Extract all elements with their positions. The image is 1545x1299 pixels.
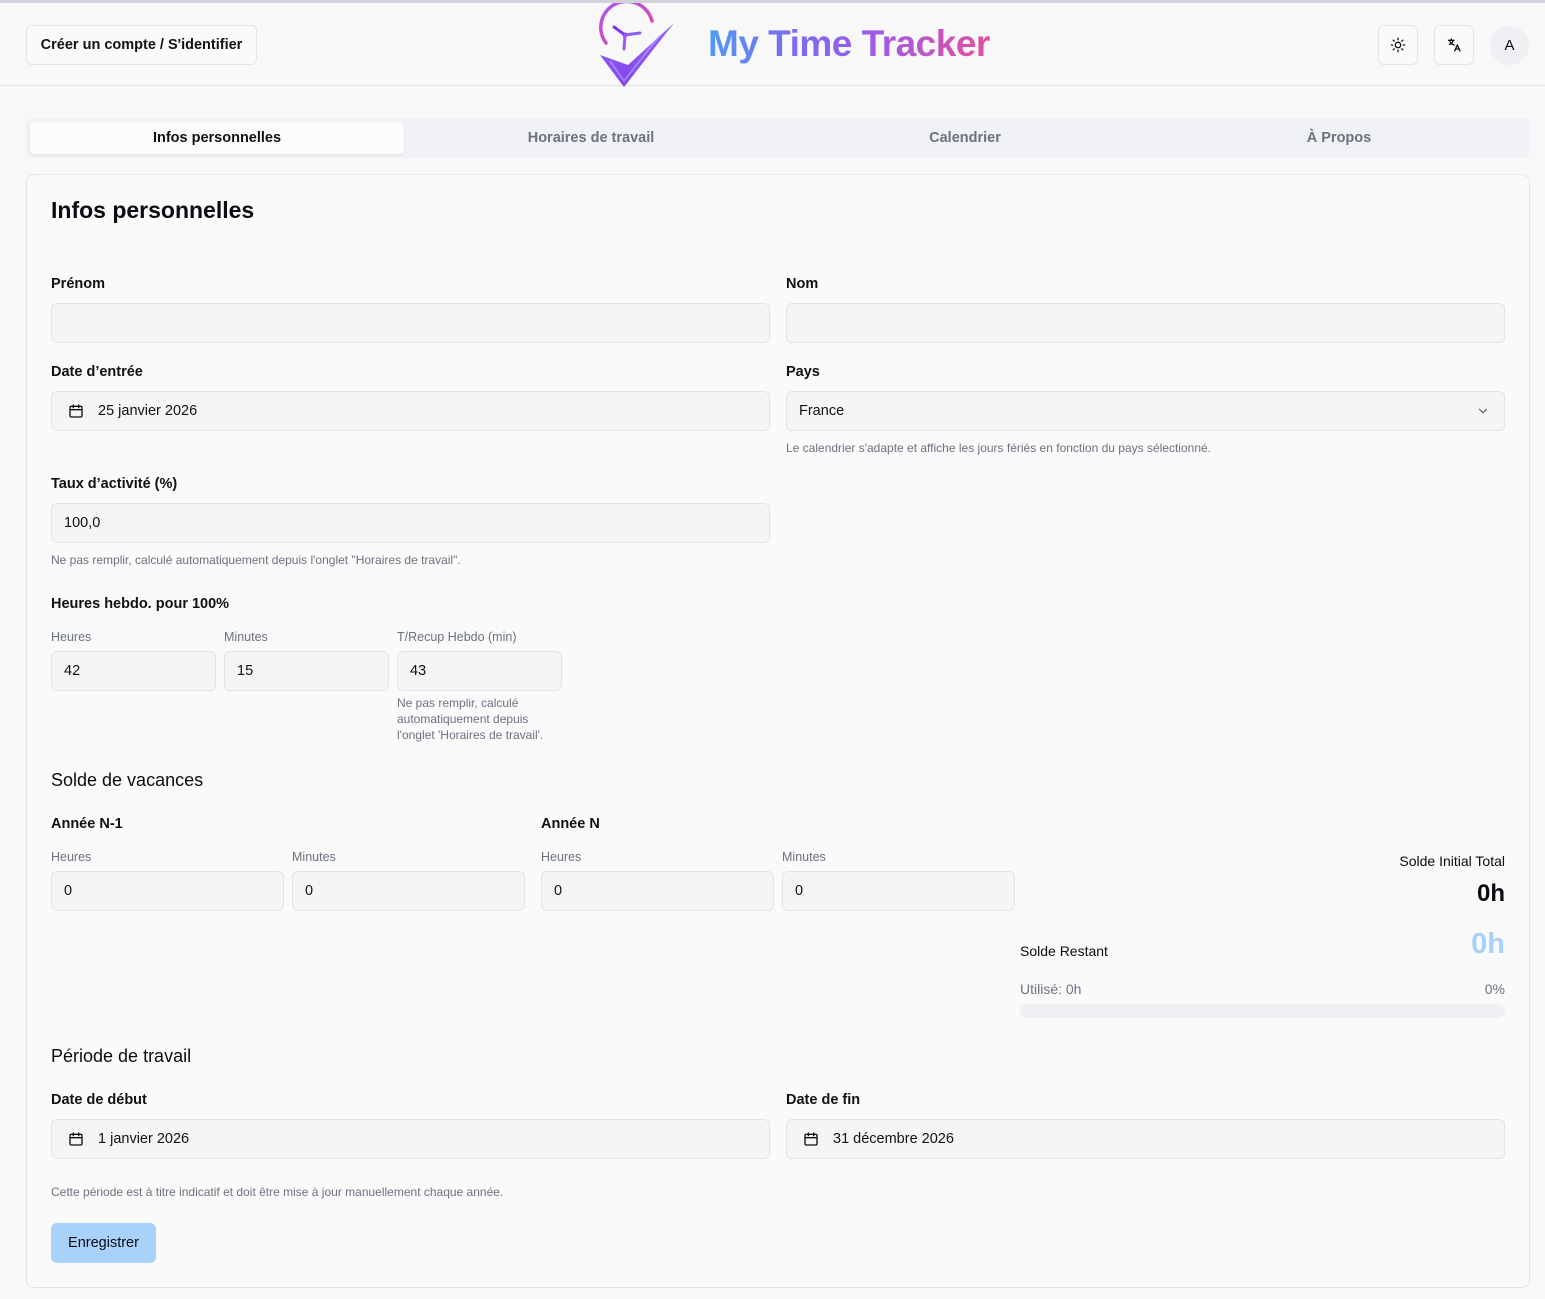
prev-year-hours-input[interactable]: 0 — [51, 871, 284, 911]
vacation-section-title: Solde de vacances — [51, 770, 204, 790]
tab-bar: Infos personnelles Horaires de travail C… — [26, 118, 1530, 158]
entry-date-label: Date d’entrée — [51, 364, 143, 380]
work-period-hint: Cette période est à titre indicatif et d… — [51, 1185, 504, 1199]
year-hours-input[interactable]: 0 — [541, 871, 774, 911]
initial-total-label: Solde Initial Total — [1399, 853, 1505, 869]
country-value: France — [799, 403, 845, 419]
entry-date-value: 25 janvier 2026 — [98, 403, 198, 419]
tab-about[interactable]: À Propos — [1152, 122, 1526, 154]
weekly-hours-input[interactable]: 42 — [51, 651, 216, 691]
weekly-hours-label: Heures hebdo. pour 100% — [51, 596, 230, 612]
entry-date-picker[interactable]: 25 janvier 2026 — [51, 391, 770, 431]
end-date-picker[interactable]: 31 décembre 2026 — [786, 1119, 1505, 1159]
used-percent: 0% — [1484, 981, 1505, 997]
recup-sublabel: T/Recup Hebdo (min) — [397, 630, 517, 644]
start-date-value: 1 janvier 2026 — [98, 1131, 190, 1147]
remaining-value: 0h — [1471, 928, 1505, 960]
firstname-label: Prénom — [51, 276, 105, 292]
prev-minutes-sublabel: Minutes — [292, 850, 336, 864]
signup-login-button[interactable]: Créer un compte / S'identifier — [26, 25, 257, 65]
recup-hint: Ne pas remplir, calculé automatiquement … — [397, 696, 544, 742]
activity-rate-hint: Ne pas remplir, calculé automatiquement … — [51, 553, 461, 567]
start-date-picker[interactable]: 1 janvier 2026 — [51, 1119, 770, 1159]
year-minutes-input[interactable]: 0 — [782, 871, 1015, 911]
lastname-label: Nom — [786, 276, 819, 292]
activity-rate-label: Taux d’activité (%) — [51, 476, 178, 492]
brand-title: My Time Tracker — [708, 23, 990, 64]
recup-input[interactable]: 43 — [397, 651, 562, 691]
calendar-icon — [68, 403, 84, 419]
end-date-value: 31 décembre 2026 — [833, 1131, 954, 1147]
page-title: Infos personnelles — [51, 197, 255, 223]
tab-personal-info[interactable]: Infos personnelles — [30, 122, 404, 154]
prev-hours-sublabel: Heures — [51, 850, 92, 864]
theme-toggle-button[interactable] — [1378, 25, 1418, 65]
remaining-label: Solde Restant — [1020, 943, 1108, 959]
weekly-minutes-input[interactable]: 15 — [224, 651, 389, 691]
save-button[interactable]: Enregistrer — [51, 1223, 156, 1263]
prev-year-minutes-input[interactable]: 0 — [292, 871, 525, 911]
translate-icon — [1448, 38, 1461, 52]
country-hint: Le calendrier s'adapte et affiche les jo… — [786, 441, 1211, 455]
logo-clock-check-icon — [599, 3, 674, 87]
country-label: Pays — [786, 364, 820, 380]
personal-info-card: Infos personnelles Prénom Nom Date d’ent… — [26, 174, 1530, 1288]
prev-year-label: Année N-1 — [51, 816, 123, 832]
calendar-icon — [68, 1131, 84, 1147]
avatar[interactable]: A — [1490, 26, 1529, 65]
tab-calendar[interactable]: Calendrier — [778, 122, 1152, 154]
tab-work-schedule[interactable]: Horaires de travail — [404, 122, 778, 154]
used-label: Utilisé: 0h — [1020, 981, 1082, 997]
app-header: Créer un compte / S'identifier My Time T… — [0, 3, 1545, 87]
sun-icon — [1390, 37, 1406, 53]
firstname-input[interactable] — [51, 303, 770, 343]
year-label: Année N — [541, 816, 600, 832]
weekly-minutes-sublabel: Minutes — [224, 630, 268, 644]
lastname-input[interactable] — [786, 303, 1505, 343]
chevron-down-icon — [1478, 408, 1488, 414]
cur-minutes-sublabel: Minutes — [782, 850, 826, 864]
initial-total-value: 0h — [1476, 880, 1505, 907]
country-select[interactable]: France — [786, 391, 1505, 431]
calendar-icon — [803, 1131, 819, 1147]
end-date-label: Date de fin — [786, 1092, 861, 1108]
language-button[interactable] — [1434, 25, 1474, 65]
activity-rate-input[interactable]: 100,0 — [51, 503, 770, 543]
weekly-hours-sublabel: Heures — [51, 630, 92, 644]
cur-hours-sublabel: Heures — [541, 850, 582, 864]
start-date-label: Date de début — [51, 1092, 147, 1108]
work-period-title: Période de travail — [51, 1046, 192, 1066]
used-progress-bar — [1020, 1004, 1505, 1018]
